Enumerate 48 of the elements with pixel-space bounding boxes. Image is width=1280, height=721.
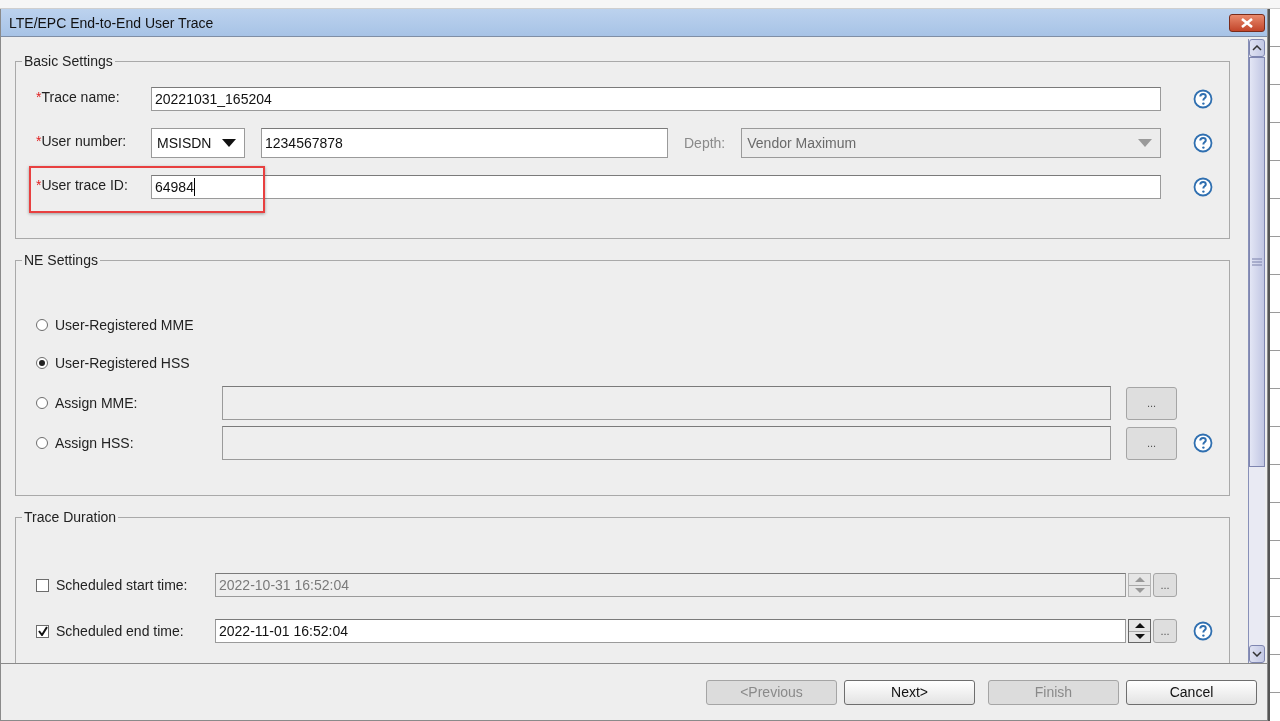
scrollbar[interactable]	[1248, 39, 1265, 663]
browse-button[interactable]: ...	[1126, 426, 1177, 460]
browse-button[interactable]: ...	[1153, 573, 1177, 597]
radio-button[interactable]	[36, 397, 48, 409]
text-field[interactable]: 20221031_165204	[151, 87, 1161, 111]
radio-label: Assign MME:	[55, 395, 138, 411]
browse-button[interactable]: ...	[1126, 386, 1177, 420]
text-field[interactable]: 64984	[151, 175, 1161, 199]
wizard-button[interactable]: Next>	[844, 679, 975, 705]
depth-label: Depth:	[684, 135, 726, 151]
field-label: *User number:	[36, 133, 127, 149]
number-type-dropdown[interactable]: MSISDN	[151, 128, 245, 158]
help-icon[interactable]	[1193, 89, 1213, 109]
close-icon	[1240, 17, 1254, 28]
close-button[interactable]	[1229, 13, 1265, 32]
browse-button[interactable]: ...	[1153, 619, 1177, 643]
radio-button[interactable]	[36, 357, 48, 369]
window-title: LTE/EPC End-to-End User Trace	[9, 14, 214, 31]
panel-title: Basic Settings	[23, 53, 114, 69]
checkbox-label: Scheduled end time:	[56, 623, 184, 639]
user-number-field[interactable]: 1234567878	[261, 128, 668, 158]
help-icon[interactable]	[1193, 177, 1213, 197]
wizard-button[interactable]: Cancel	[1126, 679, 1257, 705]
radio-label: Assign HSS:	[55, 435, 134, 451]
panel-title: NE Settings	[23, 252, 99, 268]
caret-icon	[1138, 139, 1152, 147]
help-icon[interactable]	[1193, 621, 1213, 641]
spinner[interactable]	[1128, 619, 1151, 643]
caret-icon	[222, 139, 236, 147]
scroll-down-button[interactable]	[1249, 645, 1265, 663]
radio-label: User-Registered MME	[55, 317, 194, 333]
radio-button[interactable]	[36, 319, 48, 331]
scroll-up-button[interactable]	[1249, 39, 1265, 57]
checkbox[interactable]	[36, 624, 49, 638]
chevron-up-icon	[1252, 45, 1262, 51]
radio-button[interactable]	[36, 437, 48, 449]
datetime-field[interactable]: 2022-10-31 16:52:04	[215, 573, 1126, 597]
scroll-thumb[interactable]	[1249, 57, 1265, 467]
field-label: *User trace ID:	[36, 177, 128, 193]
help-icon[interactable]	[1193, 133, 1213, 153]
field-label: *Trace name:	[36, 89, 120, 105]
chevron-down-icon	[1252, 651, 1262, 657]
help-icon[interactable]	[1193, 433, 1213, 453]
panel-title: Trace Duration	[23, 509, 118, 525]
checkbox-label: Scheduled start time:	[56, 577, 188, 593]
checkbox[interactable]	[36, 578, 49, 592]
datetime-field[interactable]: 2022-11-01 16:52:04	[215, 619, 1126, 643]
radio-label: User-Registered HSS	[55, 355, 190, 371]
